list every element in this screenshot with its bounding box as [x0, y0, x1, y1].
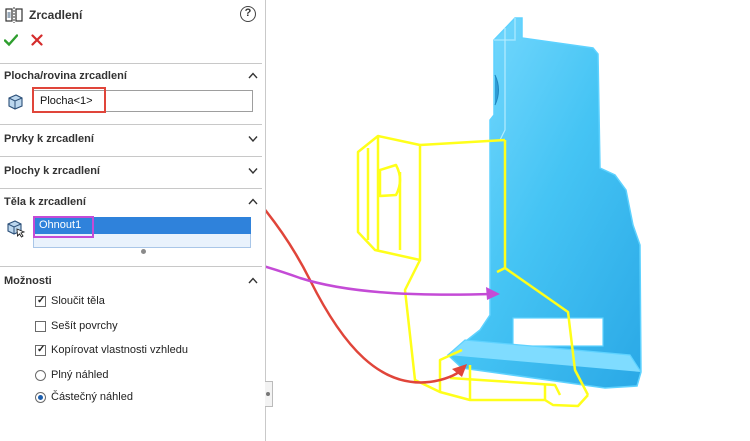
- help-icon[interactable]: ?: [240, 6, 256, 22]
- ok-check-icon[interactable]: [4, 33, 18, 47]
- chevron-up-icon[interactable]: [248, 277, 258, 284]
- merge-bodies-label: Sloučit těla: [51, 295, 105, 307]
- divider: [0, 63, 262, 64]
- knit-surfaces-checkbox[interactable]: [35, 321, 46, 332]
- chevron-down-icon[interactable]: [248, 135, 258, 142]
- partial-preview-radio[interactable]: [35, 392, 46, 403]
- cancel-x-icon[interactable]: [31, 34, 43, 46]
- checkmark-icon: ✓: [37, 295, 46, 306]
- section-features-header[interactable]: Prvky k zrcadlení: [4, 133, 94, 145]
- checkmark-icon: ✓: [37, 344, 46, 355]
- section-faces-header[interactable]: Plochy k zrcadlení: [4, 165, 100, 177]
- divider: [0, 266, 262, 267]
- feature-title: Zrcadlení: [29, 8, 83, 22]
- annotation-magenta-highlight: [33, 216, 94, 238]
- propagate-appearance-label: Kopírovat vlastnosti vzhledu: [51, 344, 188, 356]
- divider: [0, 124, 262, 125]
- face-plane-icon: [8, 94, 23, 110]
- merge-bodies-checkbox[interactable]: ✓: [35, 295, 46, 307]
- solid-body-ohnout1[interactable]: [446, 17, 642, 389]
- knit-surfaces-label: Sešít povrchy: [51, 320, 118, 332]
- divider: [0, 156, 262, 157]
- partial-preview-label: Částečný náhled: [51, 391, 133, 403]
- chevron-down-icon[interactable]: [248, 167, 258, 174]
- radio-selected-dot: [38, 395, 43, 400]
- full-preview-radio[interactable]: [35, 370, 46, 381]
- panel-header: Zrcadlení ?: [0, 0, 265, 30]
- solid-bodies-icon: [7, 220, 26, 238]
- chevron-up-icon[interactable]: [248, 72, 258, 79]
- list-resize-grip[interactable]: [141, 249, 146, 254]
- annotation-red-highlight: [32, 87, 106, 113]
- mirror-feature-icon: [5, 7, 23, 23]
- property-manager-panel: Zrcadlení ? Plocha/rovina zrcadlení Ploc…: [0, 0, 266, 441]
- section-mirror-plane-header[interactable]: Plocha/rovina zrcadlení: [4, 70, 127, 82]
- graphics-viewport[interactable]: [266, 0, 750, 441]
- propagate-appearance-checkbox[interactable]: ✓: [35, 344, 46, 356]
- full-preview-label: Plný náhled: [51, 369, 109, 381]
- section-options-header[interactable]: Možnosti: [4, 275, 52, 287]
- divider: [0, 188, 262, 189]
- chevron-up-icon[interactable]: [248, 198, 258, 205]
- section-bodies-header[interactable]: Těla k zrcadlení: [4, 196, 86, 208]
